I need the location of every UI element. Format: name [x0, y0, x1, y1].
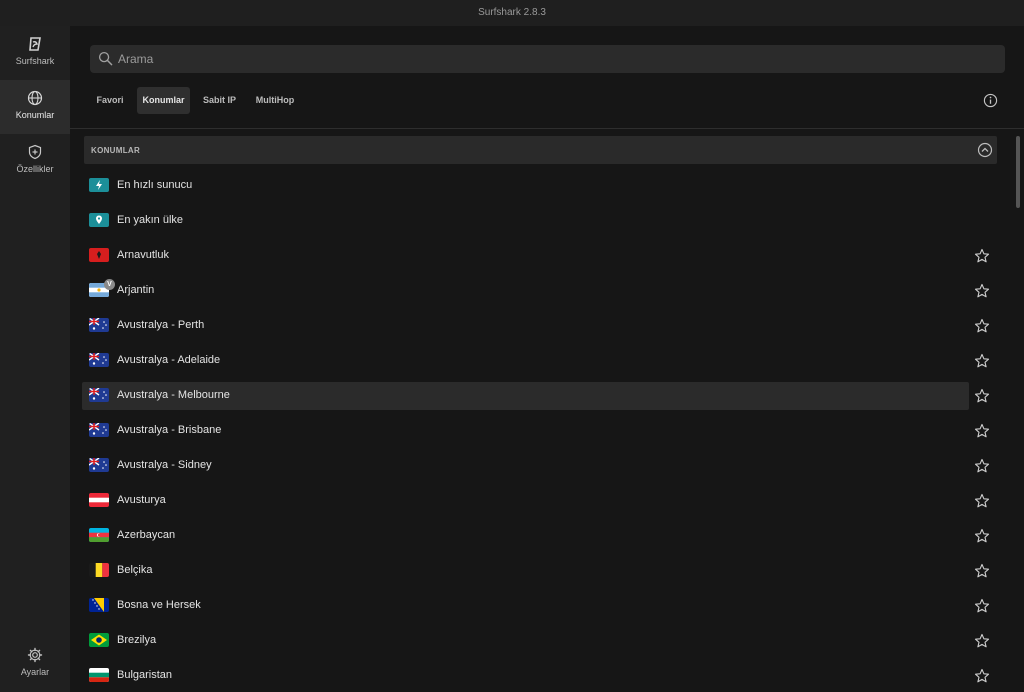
- location-name: En yakın ülke: [117, 214, 184, 226]
- list-item-location[interactable]: Bulgaristan: [82, 662, 969, 690]
- australia-flag-icon: [89, 353, 109, 367]
- list-item-location[interactable]: Avustralya - Perth: [82, 312, 969, 340]
- search-icon: [98, 51, 113, 66]
- sidebar-item-ayarlar[interactable]: Ayarlar: [0, 637, 70, 691]
- star-icon[interactable]: [974, 668, 990, 684]
- main-panel: Favori Konumlar Sabit IP MultiHop KONUML…: [70, 26, 1024, 692]
- globe-icon: [27, 90, 43, 106]
- search-bar[interactable]: [90, 45, 1005, 73]
- list-item-location[interactable]: Azerbaycan: [82, 522, 969, 550]
- star-icon[interactable]: [974, 528, 990, 544]
- section-title: KONUMLAR: [91, 146, 141, 155]
- location-name: Arnavutluk: [117, 249, 169, 261]
- location-list: KONUMLAR En hızlı sunucu En yakın ülke A…: [70, 134, 1010, 692]
- shield-icon: [28, 144, 42, 160]
- list-item-location[interactable]: Avustralya - Sidney: [82, 452, 969, 480]
- location-name: Avustralya - Adelaide: [117, 354, 221, 366]
- sidebar-item-label: Ayarlar: [20, 667, 50, 677]
- australia-flag-icon: [89, 458, 109, 472]
- collapse-icon[interactable]: [977, 142, 993, 158]
- list-item-location[interactable]: Belçika: [82, 557, 969, 585]
- australia-flag-icon: [89, 388, 109, 402]
- tab-sabit-ip[interactable]: Sabit IP: [196, 87, 243, 114]
- star-icon[interactable]: [974, 353, 990, 369]
- list-item-nearest-country[interactable]: En yakın ülke: [82, 207, 969, 235]
- location-name: Avusturya: [117, 494, 166, 506]
- list-item-location-highlighted[interactable]: Avustralya - Melbourne: [82, 382, 969, 410]
- australia-flag-icon: [89, 318, 109, 332]
- sidebar-item-label: Konumlar: [15, 110, 55, 120]
- scrollbar[interactable]: [1014, 134, 1020, 692]
- sidebar-item-konumlar[interactable]: Konumlar: [0, 80, 70, 134]
- tab-konumlar[interactable]: Konumlar: [137, 87, 190, 114]
- bosnia-flag-icon: [89, 598, 109, 612]
- brazil-flag-icon: [89, 633, 109, 647]
- location-name: Brezilya: [117, 634, 157, 646]
- sidebar-item-surfshark[interactable]: Surfshark: [0, 26, 70, 80]
- list-item-location[interactable]: Avustralya - Adelaide: [82, 347, 969, 375]
- gear-icon: [27, 647, 43, 663]
- search-input[interactable]: [118, 45, 988, 73]
- star-icon[interactable]: [974, 633, 990, 649]
- star-icon[interactable]: [974, 248, 990, 264]
- location-name: Azerbaycan: [117, 529, 176, 541]
- tab-favori[interactable]: Favori: [90, 87, 130, 114]
- list-item-location[interactable]: Arnavutluk: [82, 242, 969, 270]
- location-name: Belçika: [117, 564, 153, 576]
- location-name: Avustralya - Perth: [117, 319, 205, 331]
- star-icon[interactable]: [974, 423, 990, 439]
- star-icon[interactable]: [974, 283, 990, 299]
- list-item-location[interactable]: V Arjantin: [82, 277, 969, 305]
- star-icon[interactable]: [974, 493, 990, 509]
- tab-multihop[interactable]: MultiHop: [249, 87, 301, 114]
- window-title: Surfshark 2.8.3: [478, 7, 546, 18]
- list-item-location[interactable]: Avusturya: [82, 487, 969, 515]
- location-name: Bulgaristan: [117, 669, 173, 681]
- list-item-location[interactable]: Avustralya - Brisbane: [82, 417, 969, 445]
- location-name: Avustralya - Melbourne: [117, 389, 230, 401]
- location-name: Avustralya - Sidney: [117, 459, 212, 471]
- sidebar-item-label: Özellikler: [16, 164, 54, 174]
- location-name: En hızlı sunucu: [117, 179, 193, 191]
- info-icon[interactable]: [983, 93, 998, 108]
- australia-flag-icon: [89, 423, 109, 437]
- lightning-icon: [89, 178, 109, 192]
- belgium-flag-icon: [89, 563, 109, 577]
- star-icon[interactable]: [974, 598, 990, 614]
- bulgaria-flag-icon: [89, 668, 109, 682]
- location-pin-icon: [89, 213, 109, 227]
- sidebar: Surfshark Konumlar Özellikler Ayarlar: [0, 26, 70, 692]
- sidebar-item-ozellikler[interactable]: Özellikler: [0, 134, 70, 188]
- sidebar-item-label: Surfshark: [15, 56, 55, 66]
- location-name: Bosna ve Hersek: [117, 599, 201, 611]
- star-icon[interactable]: [974, 318, 990, 334]
- scrollbar-thumb[interactable]: [1016, 136, 1020, 208]
- location-name: Avustralya - Brisbane: [117, 424, 222, 436]
- list-item-fastest-server[interactable]: En hızlı sunucu: [82, 172, 969, 200]
- virtual-location-badge: V: [104, 279, 115, 290]
- surfshark-logo-icon: [29, 37, 41, 51]
- title-bar: Surfshark 2.8.3: [0, 0, 1024, 26]
- azerbaijan-flag-icon: [89, 528, 109, 542]
- star-icon[interactable]: [974, 458, 990, 474]
- list-item-location[interactable]: Bosna ve Hersek: [82, 592, 969, 620]
- austria-flag-icon: [89, 493, 109, 507]
- section-header: KONUMLAR: [84, 136, 997, 164]
- albania-flag-icon: [89, 248, 109, 262]
- star-icon[interactable]: [974, 563, 990, 579]
- divider: [70, 128, 1024, 129]
- location-name: Arjantin: [117, 284, 155, 296]
- list-item-location[interactable]: Brezilya: [82, 627, 969, 655]
- star-icon[interactable]: [974, 388, 990, 404]
